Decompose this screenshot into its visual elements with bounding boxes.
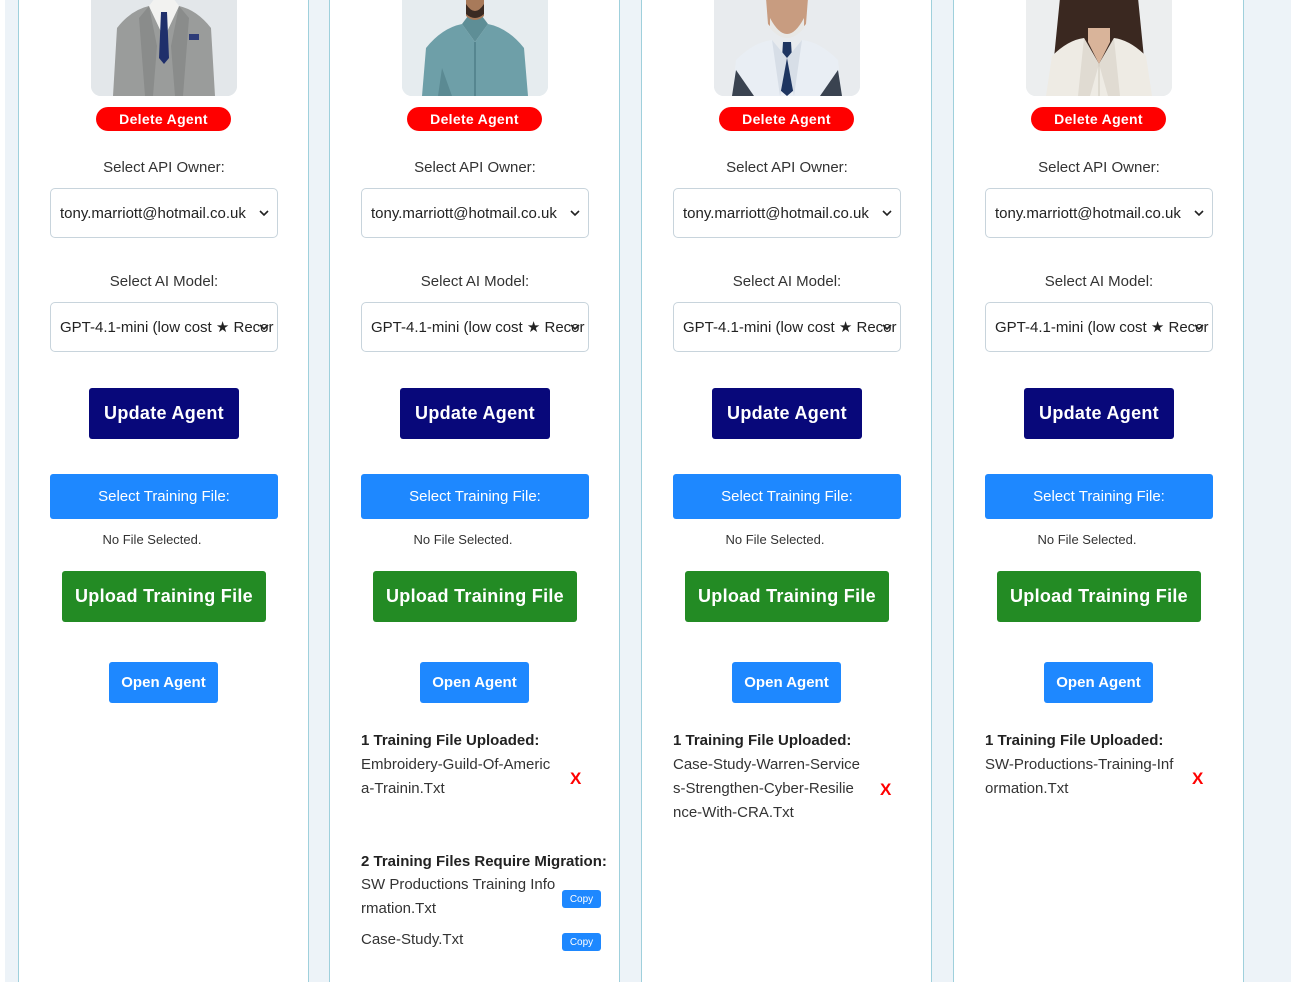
uploaded-file-name: Embroidery-Guild-Of-America-Trainin.Txt [361,756,551,797]
uploaded-files-title: 1 Training File Uploaded: [673,732,852,749]
column-gutter [621,0,641,982]
ai-model-select[interactable]: GPT-4.1-mini (low cost ★ Recor [361,302,589,352]
api-owner-label: Select API Owner: [414,159,536,176]
uploaded-file-name: Case-Study-Warren-Services-Strengthen-Cy… [673,756,860,821]
ai-model-value: GPT-4.1-mini (low cost ★ Recor [60,319,274,336]
uploaded-files-title: 1 Training File Uploaded: [361,732,540,749]
open-agent-button[interactable]: Open Agent [109,662,218,703]
api-owner-select[interactable]: tony.marriott@hotmail.co.uk [361,188,589,238]
chevron-down-icon [259,210,269,217]
agent-photo [91,0,237,96]
ai-model-label: Select AI Model: [420,273,530,290]
delete-agent-button[interactable]: Delete Agent [407,107,542,131]
api-owner-select[interactable]: tony.marriott@hotmail.co.uk [673,188,901,238]
api-owner-label: Select API Owner: [726,159,848,176]
upload-training-file-button[interactable]: Upload Training File [62,571,266,622]
update-agent-button[interactable]: Update Agent [1024,388,1174,439]
remove-file-button[interactable]: X [570,769,581,789]
copy-button[interactable]: Copy [562,890,601,908]
upload-training-file-button[interactable]: Upload Training File [997,571,1201,622]
api-owner-value: tony.marriott@hotmail.co.uk [995,204,1181,222]
chevron-down-icon [259,324,269,331]
api-owner-select[interactable]: tony.marriott@hotmail.co.uk [985,188,1213,238]
agent-card: Delete Agent Select API Owner: tony.marr… [18,0,309,982]
open-agent-button[interactable]: Open Agent [420,662,529,703]
chevron-down-icon [570,324,580,331]
chevron-down-icon [1194,324,1204,331]
upload-training-file-button[interactable]: Upload Training File [373,571,577,622]
agent-photo [1026,0,1172,96]
update-agent-button[interactable]: Update Agent [712,388,862,439]
agent-photo [714,0,860,96]
page-edge [0,0,5,982]
select-training-file-button[interactable]: Select Training File: [985,474,1213,519]
agents-page: Delete Agent Select API Owner: tony.marr… [0,0,1291,982]
select-training-file-button[interactable]: Select Training File: [50,474,278,519]
agent-card: Delete Agent Select API Owner: tony.marr… [641,0,932,982]
api-owner-label: Select API Owner: [103,159,225,176]
select-training-file-button[interactable]: Select Training File: [673,474,901,519]
select-training-file-button[interactable]: Select Training File: [361,474,589,519]
api-owner-select[interactable]: tony.marriott@hotmail.co.uk [50,188,278,238]
api-owner-label: Select API Owner: [1038,159,1160,176]
upload-training-file-button[interactable]: Upload Training File [685,571,889,622]
uploaded-files-title: 1 Training File Uploaded: [985,732,1164,749]
uploaded-file-name: SW-Productions-Training-Information.Txt [985,756,1174,797]
chevron-down-icon [570,210,580,217]
column-gutter [310,0,329,982]
chevron-down-icon [882,324,892,331]
file-status-text: No File Selected. [413,532,513,547]
ai-model-label: Select AI Model: [1044,273,1154,290]
open-agent-button[interactable]: Open Agent [1044,662,1153,703]
open-agent-button[interactable]: Open Agent [732,662,841,703]
page-right-margin [1244,0,1291,982]
api-owner-value: tony.marriott@hotmail.co.uk [371,204,557,222]
ai-model-label: Select AI Model: [109,273,219,290]
ai-model-value: GPT-4.1-mini (low cost ★ Recor [371,319,585,336]
api-owner-value: tony.marriott@hotmail.co.uk [683,204,869,222]
agent-photo [402,0,548,96]
ai-model-value: GPT-4.1-mini (low cost ★ Recor [683,319,897,336]
delete-agent-button[interactable]: Delete Agent [719,107,854,131]
file-status-text: No File Selected. [102,532,202,547]
ai-model-select[interactable]: GPT-4.1-mini (low cost ★ Recor [985,302,1213,352]
remove-file-button[interactable]: X [880,780,891,800]
update-agent-button[interactable]: Update Agent [400,388,550,439]
remove-file-button[interactable]: X [1192,769,1203,789]
column-gutter [933,0,953,982]
api-owner-value: tony.marriott@hotmail.co.uk [60,204,246,222]
migration-file-name: SW Productions Training Information.Txt [361,876,556,917]
update-agent-button[interactable]: Update Agent [89,388,239,439]
delete-agent-button[interactable]: Delete Agent [96,107,231,131]
ai-model-select[interactable]: GPT-4.1-mini (low cost ★ Recor [673,302,901,352]
agent-card: Delete Agent Select API Owner: tony.marr… [953,0,1244,982]
ai-model-label: Select AI Model: [732,273,842,290]
agent-card: Delete Agent Select API Owner: tony.marr… [329,0,620,982]
copy-button[interactable]: Copy [562,933,601,951]
file-status-text: No File Selected. [725,532,825,547]
chevron-down-icon [882,210,892,217]
ai-model-select[interactable]: GPT-4.1-mini (low cost ★ Recor [50,302,278,352]
migration-files-title: 2 Training Files Require Migration: [361,853,607,870]
delete-agent-button[interactable]: Delete Agent [1031,107,1166,131]
chevron-down-icon [1194,210,1204,217]
migration-file-name: Case-Study.Txt [361,931,464,948]
file-status-text: No File Selected. [1037,532,1137,547]
ai-model-value: GPT-4.1-mini (low cost ★ Recor [995,319,1209,336]
